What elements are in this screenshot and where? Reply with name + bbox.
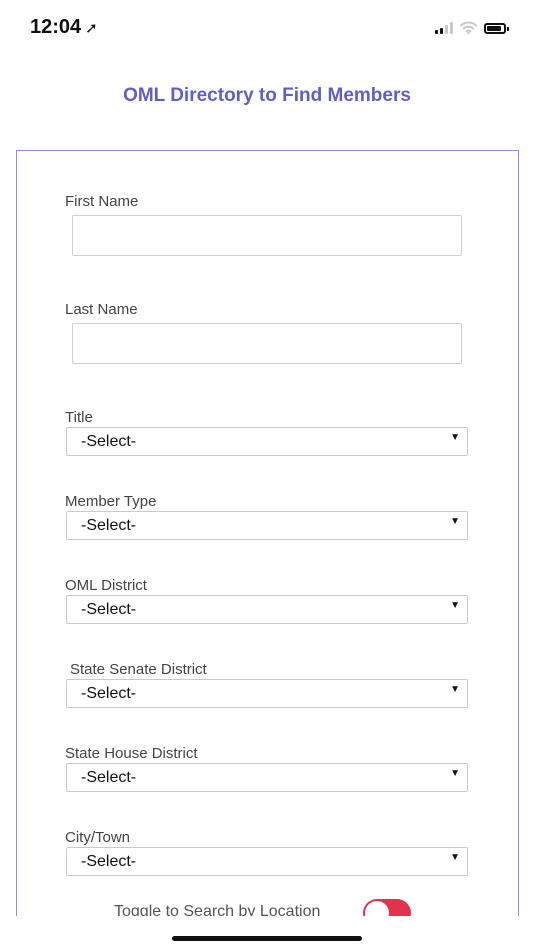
- city-select[interactable]: -Select- ▼: [66, 847, 468, 876]
- city-select-value: -Select-: [81, 853, 137, 870]
- oml-district-label: OML District: [65, 577, 147, 594]
- oml-district-select-value: -Select-: [81, 601, 137, 618]
- caret-down-icon: ▼: [450, 600, 460, 611]
- location-toggle-label: Toggle to Search by Location: [114, 903, 321, 916]
- location-arrow-icon: ➚: [85, 20, 98, 37]
- title-label: Title: [65, 409, 93, 426]
- caret-down-icon: ▼: [450, 852, 460, 863]
- state-house-select[interactable]: -Select- ▼: [66, 763, 468, 792]
- member-type-select[interactable]: -Select- ▼: [66, 511, 468, 540]
- title-select-value: -Select-: [81, 433, 137, 450]
- signal-icon: [435, 22, 453, 34]
- status-bar: 12:04 ➚: [0, 0, 534, 60]
- state-senate-select[interactable]: -Select- ▼: [66, 679, 468, 708]
- wifi-icon: [460, 21, 477, 34]
- state-senate-label: State Senate District: [70, 661, 207, 678]
- last-name-label: Last Name: [65, 301, 138, 318]
- last-name-input[interactable]: [72, 323, 462, 364]
- state-house-label: State House District: [65, 745, 198, 762]
- search-form: First Name Last Name Title -Select- ▼ Me…: [16, 150, 519, 916]
- state-house-select-value: -Select-: [81, 769, 137, 786]
- first-name-input[interactable]: [72, 215, 462, 256]
- caret-down-icon: ▼: [450, 684, 460, 695]
- home-indicator[interactable]: [172, 936, 362, 941]
- first-name-label: First Name: [65, 193, 139, 210]
- caret-down-icon: ▼: [450, 432, 460, 443]
- city-label: City/Town: [65, 829, 131, 846]
- caret-down-icon: ▼: [450, 768, 460, 779]
- state-senate-select-value: -Select-: [81, 685, 137, 702]
- toggle-knob: [365, 901, 389, 916]
- location-toggle[interactable]: [363, 899, 411, 916]
- status-time: 12:04 ➚: [30, 16, 98, 39]
- time-text: 12:04: [30, 16, 82, 38]
- page-title: OML Directory to Find Members: [123, 85, 411, 106]
- status-icons: [435, 18, 509, 34]
- battery-icon: [484, 23, 509, 34]
- location-toggle-row: Toggle to Search by Location: [17, 899, 518, 916]
- member-type-label: Member Type: [65, 493, 157, 510]
- member-type-select-value: -Select-: [81, 517, 137, 534]
- title-select[interactable]: -Select- ▼: [66, 427, 468, 456]
- oml-district-select[interactable]: -Select- ▼: [66, 595, 468, 624]
- caret-down-icon: ▼: [450, 516, 460, 527]
